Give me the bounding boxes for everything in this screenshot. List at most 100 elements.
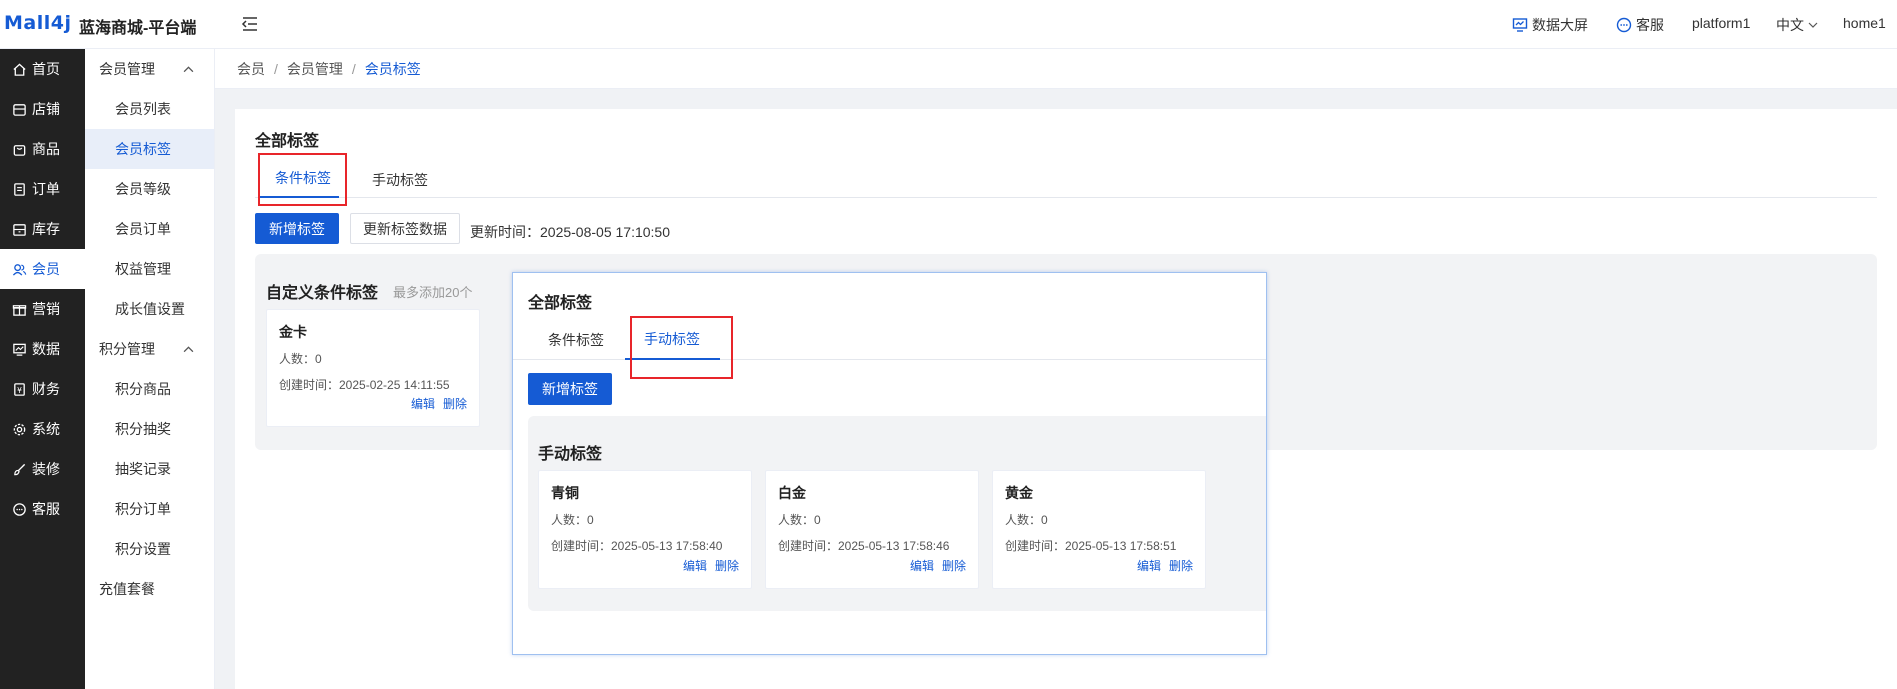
logo[interactable]: Mall4j [4,12,72,34]
nav-label: 营销 [32,301,60,317]
nav-data[interactable]: 数据 [0,329,85,369]
breadcrumb-item[interactable]: 会员 [237,59,265,79]
shop-icon [13,103,26,116]
nav-shop[interactable]: 店铺 [0,89,85,129]
nav-label: 系统 [32,421,60,437]
nav-label: 商品 [32,141,60,157]
submenu-group-label: 会员管理 [99,61,155,77]
manual-tags-preview: 全部标签 条件标签 手动标签 新增标签 手动标签 青铜 人数：0 创建时间：20… [512,272,1267,655]
submenu-group-member[interactable]: 会员管理 [85,49,214,89]
submenu-item-points-settings[interactable]: 积分设置 [85,529,214,569]
tag-name: 金卡 [279,324,307,340]
tab-divider [255,197,1877,198]
chevron-up-icon [183,345,194,352]
submenu-item-member-level[interactable]: 会员等级 [85,169,214,209]
edit-link[interactable]: 编辑 [910,557,934,574]
add-tag-button[interactable]: 新增标签 [255,213,339,244]
nav-label: 财务 [32,381,60,397]
tag-name: 黄金 [1005,485,1033,501]
tag-card: 金卡 人数：0 创建时间：2025-02-25 14:11:55 编辑 删除 [266,309,480,427]
highlight-box [258,153,347,206]
chevron-up-icon [183,65,194,72]
nav-label: 店铺 [32,101,60,117]
nav-finance[interactable]: ¥ 财务 [0,369,85,409]
nav-label: 客服 [32,501,60,517]
edit-link[interactable]: 编辑 [683,557,707,574]
data-screen-label: 数据大屏 [1532,17,1588,33]
nav-marketing[interactable]: 营销 [0,289,85,329]
submenu-item-growth[interactable]: 成长值设置 [85,289,214,329]
service-link[interactable]: 客服 [1616,15,1664,35]
manual-tag-title: 手动标签 [538,446,603,463]
overlay-highlight-box [630,316,733,379]
service-label: 客服 [1636,17,1664,33]
submenu-group-points[interactable]: 积分管理 [85,329,214,369]
nav-label: 装修 [32,461,60,477]
stock-icon [13,223,26,236]
chevron-down-icon [1808,22,1818,28]
delete-link[interactable]: 删除 [1169,557,1193,574]
page-title: 全部标签 [255,133,320,150]
nav-member[interactable]: 会员 [0,249,85,289]
submenu-item-points-order[interactable]: 积分订单 [85,489,214,529]
nav-goods[interactable]: 商品 [0,129,85,169]
tag-count: 人数：0 [778,513,821,527]
tag-created-time: 创建时间：2025-05-13 17:58:46 [778,539,950,553]
overlay-add-tag-button[interactable]: 新增标签 [528,373,612,405]
update-time: 更新时间：2025-08-05 17:10:50 [470,224,670,240]
submenu-group-recharge[interactable]: 充值套餐 [85,569,214,609]
edit-link[interactable]: 编辑 [411,395,435,412]
breadcrumb-item[interactable]: 会员管理 [287,59,343,79]
submenu-group-label: 积分管理 [99,341,155,357]
submenu-item-member-order[interactable]: 会员订单 [85,209,214,249]
submenu-item-lottery-record[interactable]: 抽奖记录 [85,449,214,489]
nav-label: 数据 [32,341,60,357]
delete-link[interactable]: 删除 [715,557,739,574]
submenu-item-points-lottery[interactable]: 积分抽奖 [85,409,214,449]
submenu-item-points-goods[interactable]: 积分商品 [85,369,214,409]
breadcrumb: 会员 / 会员管理 / 会员标签 [215,49,1897,89]
home-icon [13,62,26,76]
menu-fold-icon[interactable] [240,14,260,34]
nav-label: 订单 [32,181,60,197]
nav-system[interactable]: 系统 [0,409,85,449]
bag-icon [13,144,26,156]
monitor-icon [1512,18,1528,32]
top-header: Mall4j 蓝海商城-平台端 数据大屏 客服 platform1 中文 hom… [0,0,1897,49]
nav-decoration[interactable]: 装修 [0,449,85,489]
tag-card: 青铜 人数：0 创建时间：2025-05-13 17:58:40 编辑 删除 [538,470,752,589]
breadcrumb-separator: / [351,60,356,77]
language-select[interactable]: 中文 [1776,15,1818,35]
nav-stock[interactable]: 库存 [0,209,85,249]
manual-tag-panel: 手动标签 青铜 人数：0 创建时间：2025-05-13 17:58:40 编辑… [528,416,1266,611]
nav-order[interactable]: 订单 [0,169,85,209]
nav-home[interactable]: 首页 [0,49,85,89]
refresh-tag-data-button[interactable]: 更新标签数据 [350,213,460,244]
gift-icon [12,304,27,316]
submenu-item-member-tag[interactable]: 会员标签 [85,129,214,169]
edit-link[interactable]: 编辑 [1137,557,1161,574]
user-name[interactable]: platform1 [1692,15,1750,31]
breadcrumb-separator: / [274,60,278,77]
tag-actions: 编辑 删除 [910,557,966,574]
nav-label: 首页 [32,61,60,77]
overlay-tab-condition[interactable]: 条件标签 [548,330,604,350]
tab-manual[interactable]: 手动标签 [372,170,428,190]
data-screen-link[interactable]: 数据大屏 [1512,15,1588,35]
nav-service[interactable]: 客服 [0,489,85,529]
custom-tag-title: 自定义条件标签 [266,285,379,302]
brush-icon [14,463,26,475]
custom-tag-hint: 最多添加20个 [393,285,473,300]
nav-label: 会员 [32,261,60,277]
submenu-item-member-list[interactable]: 会员列表 [85,89,214,129]
delete-link[interactable]: 删除 [942,557,966,574]
tag-name: 白金 [778,485,806,501]
member-icon [12,263,27,276]
home-link[interactable]: home1 [1843,15,1886,31]
order-icon [14,182,25,196]
delete-link[interactable]: 删除 [443,395,467,412]
svg-text:¥: ¥ [17,385,22,394]
submenu-item-rights[interactable]: 权益管理 [85,249,214,289]
breadcrumb-current: 会员标签 [364,60,421,77]
tag-card: 白金 人数：0 创建时间：2025-05-13 17:58:46 编辑 删除 [765,470,979,589]
